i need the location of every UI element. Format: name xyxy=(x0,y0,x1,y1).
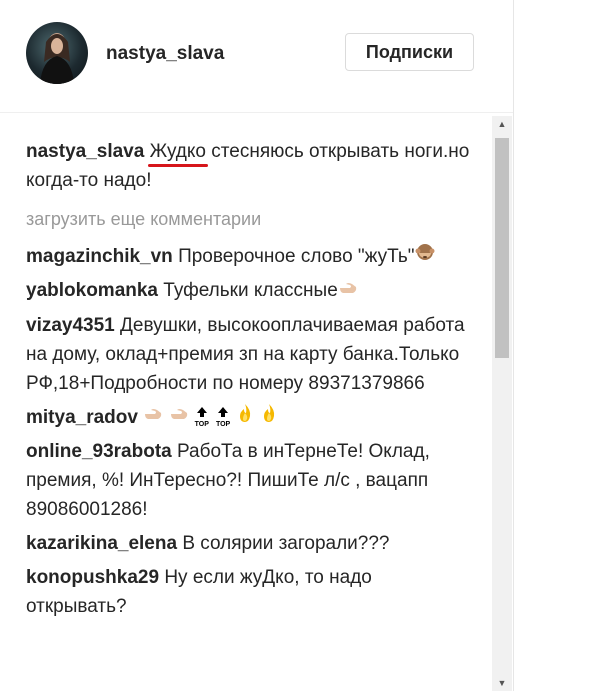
comments-list: nastya_slava Жудко стесняюсь открывать н… xyxy=(26,137,476,621)
caption-username[interactable]: nastya_slava xyxy=(26,141,144,162)
fire-icon xyxy=(236,403,254,432)
post-header: nastya_slava Подписки xyxy=(0,0,513,113)
pointing-hand-icon xyxy=(143,403,163,432)
avatar[interactable] xyxy=(26,22,88,84)
comment-username[interactable]: magazinchik_vn xyxy=(26,246,173,267)
comment-username[interactable]: yablokomanka xyxy=(26,280,158,301)
avatar-image xyxy=(40,33,74,84)
comment-item: yablokomanka Туфельки классные xyxy=(26,276,476,305)
comment-username[interactable]: vizay4351 xyxy=(26,315,115,336)
comment-item: kazarikina_elena В солярии загорали??? xyxy=(26,529,476,558)
see-no-evil-monkey-icon xyxy=(415,242,435,271)
pointing-hand-icon xyxy=(338,277,358,306)
comment-username[interactable]: kazarikina_elena xyxy=(26,533,177,554)
post-comments-panel: nastya_slava Подписки nastya_slava Жудко… xyxy=(0,0,514,691)
comment-item: online_93rabota РабоТа в инТернеТе! Окла… xyxy=(26,437,476,524)
comment-username[interactable]: konopushka29 xyxy=(26,567,159,588)
comment-item: vizay4351 Девушки, высокооплачиваемая ра… xyxy=(26,311,476,398)
caption: nastya_slava Жудко стесняюсь открывать н… xyxy=(26,137,476,195)
following-button[interactable]: Подписки xyxy=(345,33,474,71)
header-username[interactable]: nastya_slava xyxy=(106,43,224,65)
fire-icon xyxy=(260,403,278,432)
caption-word-text: Жудко xyxy=(149,141,206,162)
scroll-down-arrow-icon[interactable]: ▼ xyxy=(492,675,512,691)
comment-text: Проверочное слово "жуТь" xyxy=(178,246,415,267)
red-underline xyxy=(147,164,208,167)
pointing-hand-icon xyxy=(169,403,189,432)
comment-text: Туфельки классные xyxy=(163,280,338,302)
comment-item: magazinchik_vn Проверочное слово "жуТь" xyxy=(26,242,476,271)
scrollbar-thumb[interactable] xyxy=(495,138,509,358)
comment-item: mitya_radov TOP TOP xyxy=(26,403,476,432)
top-arrow-icon: TOP xyxy=(194,406,210,429)
top-arrow-icon: TOP xyxy=(215,406,231,429)
load-more-comments-link[interactable]: загрузить еще комментарии xyxy=(26,205,476,234)
scroll-up-arrow-icon[interactable]: ▲ xyxy=(492,116,512,132)
comment-username[interactable]: mitya_radov xyxy=(26,407,138,428)
caption-underlined-word: Жудко xyxy=(147,141,208,167)
comments-scrollbar[interactable]: ▲ ▼ xyxy=(492,116,512,691)
comment-text: В солярии загорали??? xyxy=(182,533,390,555)
comment-username[interactable]: online_93rabota xyxy=(26,441,172,462)
comment-item: konopushka29 Ну если жуДко, то надо откр… xyxy=(26,563,476,621)
